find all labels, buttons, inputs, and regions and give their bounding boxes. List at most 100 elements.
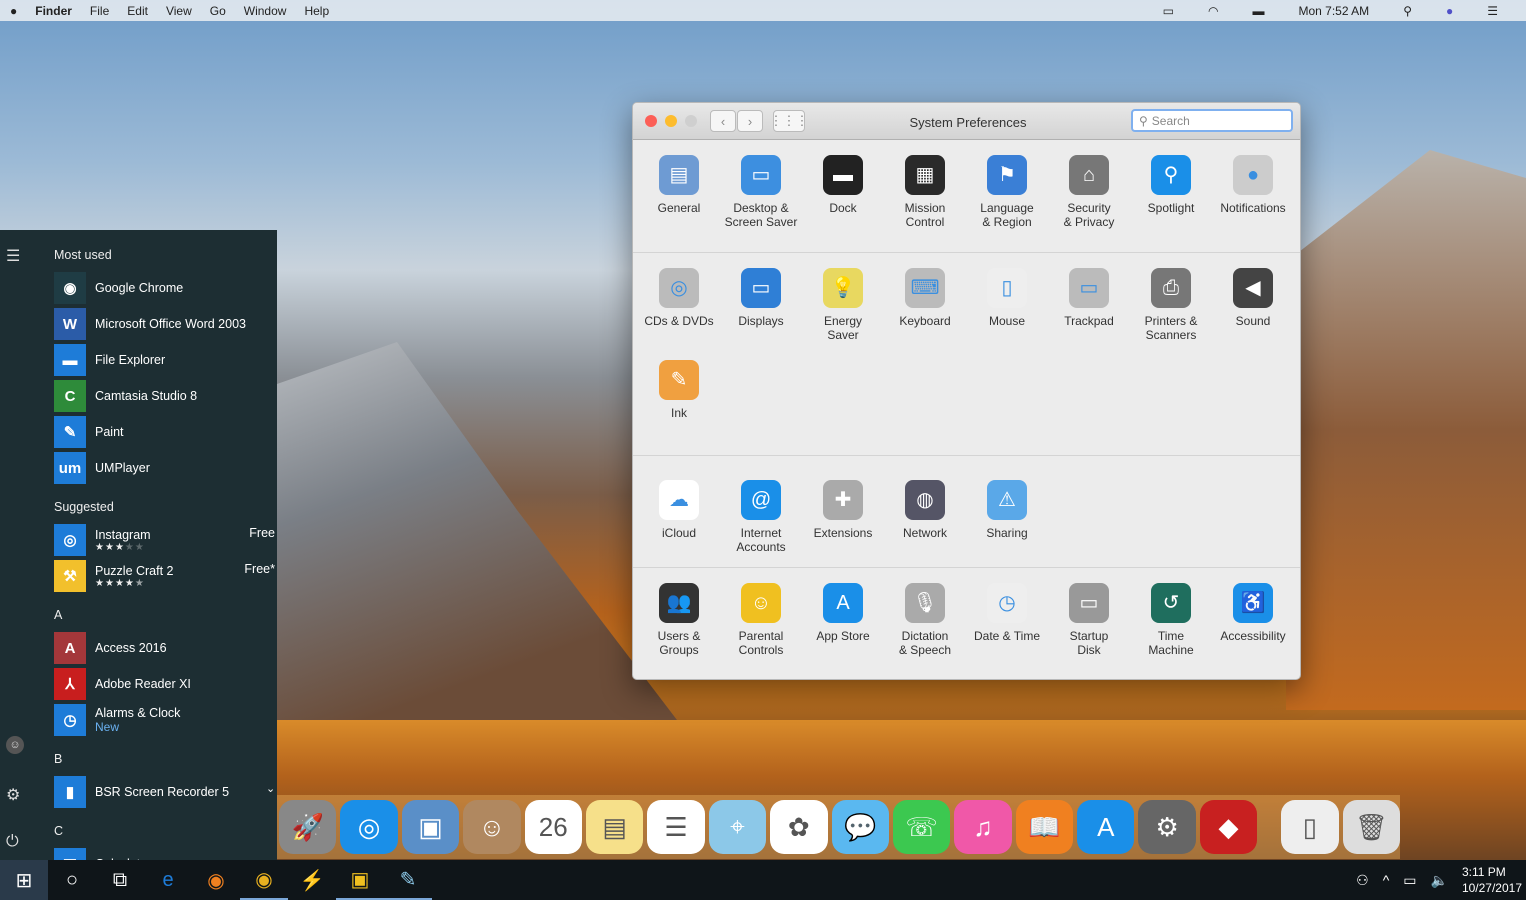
airplay-icon[interactable]: ▭ [1163, 4, 1174, 18]
start-app-puzzle-craft-2[interactable]: ⚒ Puzzle Craft 2 ★★★★★ Free* [54, 560, 277, 592]
pref-dictation-speech[interactable]: 🎙 Dictation & Speech [884, 583, 966, 657]
dock-ibooks-icon[interactable]: 📖 [1015, 800, 1074, 854]
file-explorer-taskbar-icon[interactable]: ▣ [336, 860, 384, 900]
edge-icon[interactable]: e [144, 860, 192, 900]
close-button[interactable] [645, 115, 657, 127]
pref-parental-controls[interactable]: ☺ Parental Controls [720, 583, 802, 657]
pref-language-region[interactable]: ⚑ Language & Region [966, 155, 1048, 229]
pref-sharing[interactable]: ⚠ Sharing [966, 480, 1048, 540]
pref-icloud[interactable]: ☁ iCloud [638, 480, 720, 540]
pref-desktop-screen-saver[interactable]: ▭ Desktop & Screen Saver [720, 155, 802, 229]
cortana-search-icon[interactable]: ○ [48, 860, 96, 900]
minimize-button[interactable] [665, 115, 677, 127]
windows-start-button[interactable]: ⊞ [0, 860, 48, 900]
pref-network[interactable]: ◍ Network [884, 480, 966, 540]
dock-safari-icon[interactable]: ◎ [340, 800, 398, 854]
pref-internet-accounts[interactable]: @ Internet Accounts [720, 480, 802, 554]
search-field[interactable]: ⚲ Search [1131, 109, 1293, 132]
dock-system-preferences-icon[interactable]: ⚙ [1138, 800, 1196, 854]
pref-mission-control[interactable]: ▦ Mission Control [884, 155, 966, 229]
dock-itunes-icon[interactable]: ♫ [954, 800, 1012, 854]
people-icon[interactable]: ⚇ [1356, 872, 1369, 889]
siri-icon[interactable]: ● [1446, 4, 1453, 18]
dock-preview-icon[interactable]: ▣ [401, 800, 460, 854]
menu-edit[interactable]: Edit [127, 4, 148, 18]
menu-file[interactable]: File [90, 4, 109, 18]
dock-photos-icon[interactable]: ✿ [770, 800, 828, 854]
user-avatar-icon[interactable]: ☺ [6, 736, 24, 754]
dock-calendar-icon[interactable]: 26 [524, 800, 582, 854]
pref-app-store[interactable]: A App Store [802, 583, 884, 643]
dock-notes-icon[interactable]: ▤ [585, 800, 644, 854]
show-hidden-icons-chevron-icon[interactable]: ^ [1383, 872, 1390, 888]
spotlight-icon[interactable]: ⚲ [1403, 4, 1412, 18]
task-view-icon[interactable]: ⧉ [96, 860, 144, 900]
menu-go[interactable]: Go [210, 4, 226, 18]
pref-notifications[interactable]: ● Notifications [1212, 155, 1294, 215]
dock-contacts-icon[interactable]: ☺ [463, 800, 521, 854]
letter-header[interactable]: B [54, 752, 62, 766]
pref-mouse[interactable]: ▯ Mouse [966, 268, 1048, 328]
power-icon[interactable]: ⏻ [6, 833, 19, 851]
pref-displays[interactable]: ▭ Displays [720, 268, 802, 328]
dock-app-store-icon[interactable]: A [1077, 800, 1135, 854]
start-app-bsr-screen-recorder-5[interactable]: ▮ BSR Screen Recorder 5 [54, 776, 277, 808]
start-app-umplayer[interactable]: um UMPlayer [54, 452, 277, 484]
pref-printers-scanners[interactable]: ⎙ Printers & Scanners [1130, 268, 1212, 342]
zoom-button[interactable] [685, 115, 697, 127]
start-app-adobe-reader-xi[interactable]: ⅄ Adobe Reader XI [54, 668, 277, 700]
letter-header[interactable]: C [54, 824, 63, 838]
pref-date-time[interactable]: ◷ Date & Time [966, 583, 1048, 643]
expand-chevron-icon[interactable]: ⌄ [266, 782, 275, 795]
menu-window[interactable]: Window [244, 4, 287, 18]
pref-trackpad[interactable]: ▭ Trackpad [1048, 268, 1130, 328]
start-app-paint[interactable]: ✎ Paint [54, 416, 277, 448]
start-app-access-2016[interactable]: A Access 2016 [54, 632, 277, 664]
start-app-alarms-clock[interactable]: ◷ Alarms & Clock New [54, 704, 277, 736]
network-icon[interactable]: ▭ [1403, 872, 1416, 889]
pref-spotlight[interactable]: ⚲ Spotlight [1130, 155, 1212, 215]
pref-dock[interactable]: ▬ Dock [802, 155, 884, 215]
pref-ink[interactable]: ✎ Ink [638, 360, 720, 420]
paint-taskbar-icon[interactable]: ✎ [384, 860, 432, 900]
volume-icon[interactable]: 🔈 [1431, 872, 1448, 889]
pref-extensions[interactable]: ✚ Extensions [802, 480, 884, 540]
settings-gear-icon[interactable]: ⚙ [6, 785, 20, 805]
start-app-instagram[interactable]: ◎ Instagram ★★★★★ Free [54, 524, 277, 556]
show-all-grid-button[interactable]: ⋮⋮⋮ [770, 110, 809, 132]
dock-facetime-icon[interactable]: ☏ [892, 800, 951, 854]
sketch-app-icon[interactable]: ⚡ [288, 860, 336, 900]
start-app-camtasia-studio-8[interactable]: C Camtasia Studio 8 [54, 380, 277, 412]
notification-center-icon[interactable]: ☰ [1487, 4, 1498, 18]
menu-help[interactable]: Help [304, 4, 329, 18]
pref-security-privacy[interactable]: ⌂ Security & Privacy [1048, 155, 1130, 229]
pref-general[interactable]: ▤ General [638, 155, 720, 215]
pref-accessibility[interactable]: ♿ Accessibility [1212, 583, 1294, 643]
back-button[interactable]: ‹ [710, 110, 736, 132]
start-app-file-explorer[interactable]: ▬ File Explorer [54, 344, 277, 376]
pref-energy-saver[interactable]: 💡 Energy Saver [802, 268, 884, 342]
menu-finder[interactable]: Finder [35, 4, 72, 18]
dock-messages-icon[interactable]: 💬 [831, 800, 889, 854]
dock-maps-icon[interactable]: ⌖ [708, 800, 767, 854]
pref-keyboard[interactable]: ⌨ Keyboard [884, 268, 966, 328]
dock-launchpad-icon[interactable]: 🚀 [279, 800, 337, 854]
menu-clock[interactable]: Mon 7:52 AM [1298, 4, 1369, 18]
dock-reminders-icon[interactable]: ☰ [647, 800, 705, 854]
hamburger-menu-icon[interactable]: ☰ [6, 246, 20, 266]
dock-lipstick-icon[interactable]: ◆ [1199, 800, 1258, 854]
pref-sound[interactable]: ◀ Sound [1212, 268, 1294, 328]
letter-header[interactable]: A [54, 608, 62, 622]
firefox-icon[interactable]: ◉ [192, 860, 240, 900]
forward-button[interactable]: › [737, 110, 763, 132]
start-app-microsoft-office-word-2003[interactable]: W Microsoft Office Word 2003 [54, 308, 277, 340]
chrome-icon[interactable]: ◉ [240, 860, 288, 900]
pref-startup-disk[interactable]: ▭ Startup Disk [1048, 583, 1130, 657]
pref-time-machine[interactable]: ↺ Time Machine [1130, 583, 1212, 657]
apple-icon[interactable]: ● [10, 4, 17, 18]
menu-view[interactable]: View [166, 4, 192, 18]
pref-users-groups[interactable]: 👥 Users & Groups [638, 583, 720, 657]
wifi-icon[interactable]: ◠ [1208, 4, 1218, 18]
pref-cds-dvds[interactable]: ◎ CDs & DVDs [638, 268, 720, 328]
start-app-google-chrome[interactable]: ◉ Google Chrome [54, 272, 277, 304]
